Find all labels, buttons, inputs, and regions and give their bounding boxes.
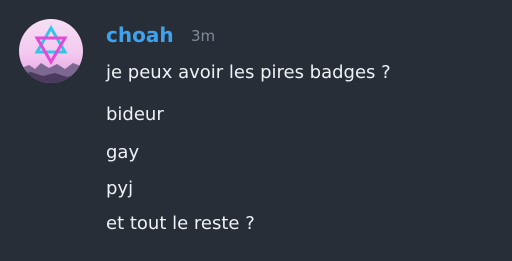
star-of-david-icon [19, 19, 83, 83]
message-line: et tout le reste ? [106, 213, 255, 234]
message-line: gay [106, 142, 140, 163]
message-line: je peux avoir les pires badges ? [106, 62, 391, 83]
message-line: pyj [106, 178, 134, 199]
message-author[interactable]: choah [106, 22, 174, 48]
message-timestamp[interactable]: 3m [191, 26, 215, 46]
message-line: bideur [106, 104, 164, 125]
user-avatar[interactable] [19, 19, 83, 83]
